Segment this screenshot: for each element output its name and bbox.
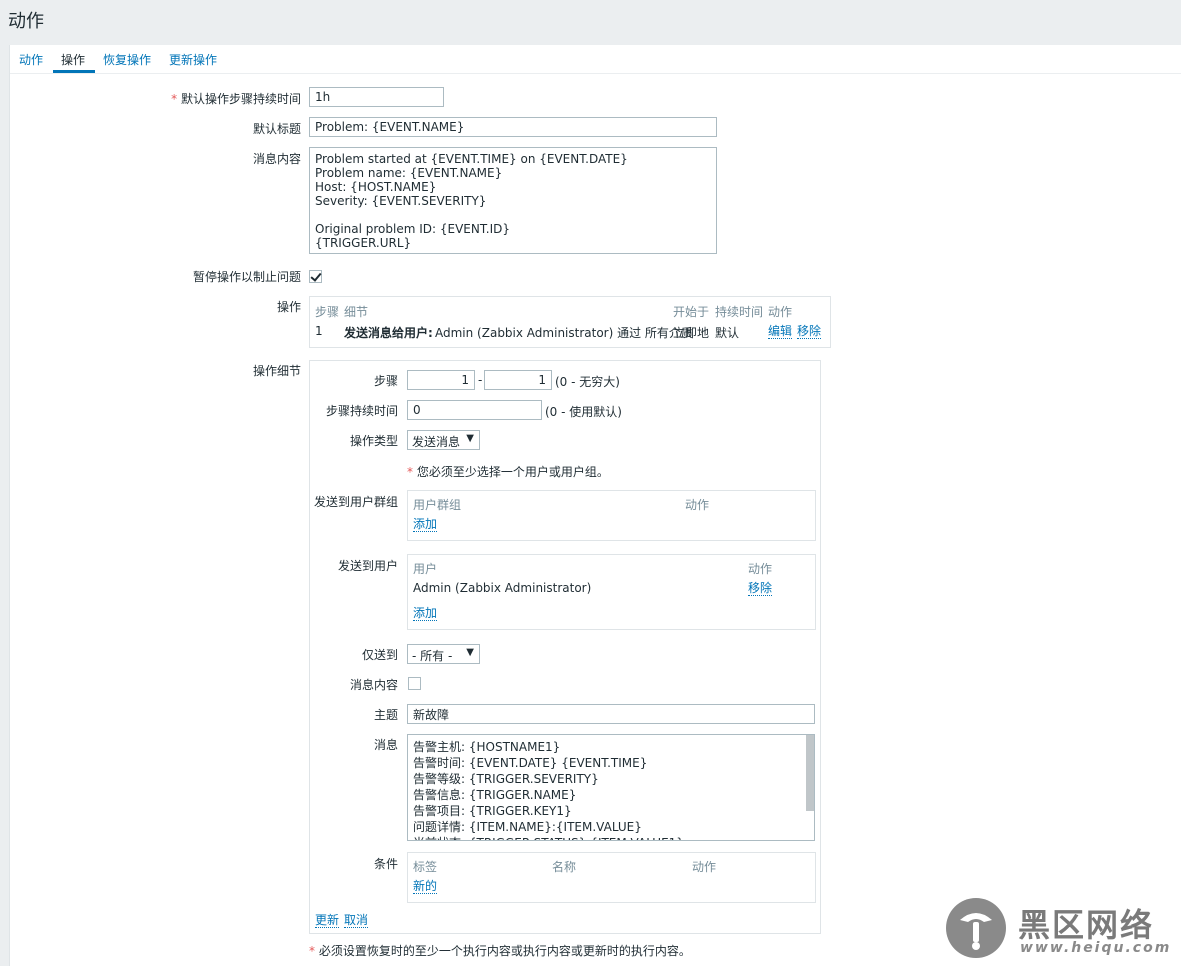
message-scrollbar[interactable]	[806, 735, 814, 811]
cancel-link[interactable]: 取消	[344, 913, 369, 928]
row-duration: 默认	[715, 326, 740, 340]
operation-type-select[interactable]: 发送消息 ▼	[407, 430, 480, 450]
row-details: Admin (Zabbix Administrator) 通过 所有介质	[435, 326, 693, 340]
watermark-url: www.heiqu.com	[1020, 940, 1172, 956]
col-steps: 步骤	[315, 305, 340, 319]
default-message-label: 消息内容	[252, 152, 301, 166]
col-condition-action: 动作	[692, 860, 717, 874]
col-action: 动作	[768, 305, 793, 319]
operations-label: 操作	[276, 300, 301, 314]
remove-user-link[interactable]: 移除	[748, 581, 773, 596]
pause-operations-label: 暂停操作以制止问题	[192, 270, 301, 284]
subject-label: 主题	[373, 708, 398, 722]
custom-message-checkbox[interactable]	[408, 677, 421, 690]
tab-bar: 动作 操作 恢复操作 更新操作	[10, 45, 1181, 74]
user-groups-table: 用户群组 动作 添加	[407, 490, 816, 541]
footer-note-text: 必须设置恢复时的至少一个执行内容或执行内容或更新时的执行内容。	[318, 944, 691, 958]
col-user-action: 动作	[748, 562, 773, 576]
send-only-to-select[interactable]: - 所有 - ▼	[407, 644, 480, 664]
step-from-input[interactable]	[407, 370, 475, 390]
edit-operation-link[interactable]: 编辑	[768, 324, 793, 339]
row-start-in: 立即地	[673, 326, 710, 340]
operation-details-label: 操作细节	[252, 364, 301, 378]
required-mark: *	[171, 92, 178, 106]
footer-note: * 必须设置恢复时的至少一个执行内容或执行内容或更新时的执行内容。	[309, 942, 691, 959]
row-steps: 1	[315, 324, 323, 338]
step-duration-input[interactable]	[407, 400, 542, 420]
user-name: Admin (Zabbix Administrator)	[413, 581, 592, 595]
active-tab-indicator	[53, 70, 95, 73]
col-duration: 持续时间	[715, 305, 764, 319]
default-message-textarea[interactable]: Problem started at {EVENT.TIME} on {EVEN…	[309, 147, 717, 254]
operation-details-panel: 步骤 - (0 - 无穷大) 步骤持续时间 (0 - 使用默认) 操作类型 发送…	[309, 360, 821, 934]
new-condition-link[interactable]: 新的	[413, 879, 438, 894]
step-range-separator: -	[478, 373, 483, 387]
brand-logo-icon	[946, 898, 1006, 958]
conditions-table: 标签 名称 动作 新的	[407, 852, 816, 903]
default-subject-label: 默认标题	[252, 122, 301, 136]
subject-input[interactable]	[407, 704, 815, 724]
page-title: 动作	[8, 11, 44, 32]
tab-action[interactable]: 动作	[19, 51, 43, 68]
add-user-group-link[interactable]: 添加	[413, 517, 438, 532]
col-condition-label: 标签	[413, 860, 438, 874]
recipient-warning-text: 您必须至少选择一个用户或用户组。	[416, 465, 609, 479]
send-to-groups-label: 发送到用户群组	[313, 495, 398, 509]
chevron-down-icon: ▼	[466, 433, 474, 444]
message-label: 消息	[373, 738, 398, 752]
tab-update-operations[interactable]: 更新操作	[169, 51, 217, 68]
col-condition-name: 名称	[552, 860, 577, 874]
tab-recovery-operations[interactable]: 恢复操作	[103, 51, 151, 68]
update-link[interactable]: 更新	[315, 913, 340, 928]
col-user-group: 用户群组	[413, 498, 462, 512]
tab-operations[interactable]: 操作	[61, 51, 85, 68]
operation-type-label: 操作类型	[349, 434, 398, 448]
default-subject-input[interactable]	[309, 117, 717, 137]
step-to-input[interactable]	[484, 370, 552, 390]
message-textarea[interactable]: 告警主机: {HOSTNAME1} 告警时间: {EVENT.DATE} {EV…	[407, 734, 815, 841]
custom-message-label: 消息内容	[349, 678, 398, 692]
step-duration-hint: (0 - 使用默认)	[545, 405, 622, 419]
default-step-duration-input[interactable]	[309, 87, 444, 107]
watermark: 黑区网络 www.heiqu.com	[944, 896, 1174, 962]
col-user: 用户	[413, 562, 438, 576]
col-start-in: 开始于	[673, 305, 710, 319]
default-step-duration-label-text: 默认操作步骤持续时间	[180, 92, 301, 106]
default-step-duration-label: * 默认操作步骤持续时间	[171, 90, 301, 107]
col-group-action: 动作	[685, 498, 710, 512]
form-card: 动作 操作 恢复操作 更新操作 * 默认操作步骤持续时间 默认标题 消息内容 P…	[9, 45, 1181, 966]
chevron-down-icon: ▼	[466, 647, 474, 658]
users-table: 用户 动作 Admin (Zabbix Administrator) 移除 添加	[407, 554, 816, 630]
page-header: 动作	[0, 0, 1181, 38]
remove-operation-link[interactable]: 移除	[797, 324, 822, 339]
row-details-bold: 发送消息给用户:	[344, 326, 433, 340]
conditions-label: 条件	[373, 857, 398, 871]
required-mark: *	[309, 944, 315, 958]
col-details: 细节	[344, 305, 369, 319]
required-mark: *	[407, 465, 413, 479]
pause-operations-checkbox[interactable]	[309, 270, 322, 283]
send-only-to-label: 仅送到	[361, 648, 398, 662]
steps-hint: (0 - 无穷大)	[555, 375, 620, 389]
steps-label: 步骤	[373, 374, 398, 388]
send-to-users-label: 发送到用户	[337, 559, 398, 573]
step-duration-label: 步骤持续时间	[325, 404, 398, 418]
send-only-to-value: - 所有 -	[412, 649, 453, 663]
recipient-warning: * 您必须至少选择一个用户或用户组。	[407, 463, 609, 480]
operations-table: 步骤 细节 开始于 持续时间 动作 1 发送消息给用户: Admin (Zabb…	[309, 296, 831, 348]
add-user-link[interactable]: 添加	[413, 606, 438, 621]
operation-type-value: 发送消息	[412, 435, 461, 449]
